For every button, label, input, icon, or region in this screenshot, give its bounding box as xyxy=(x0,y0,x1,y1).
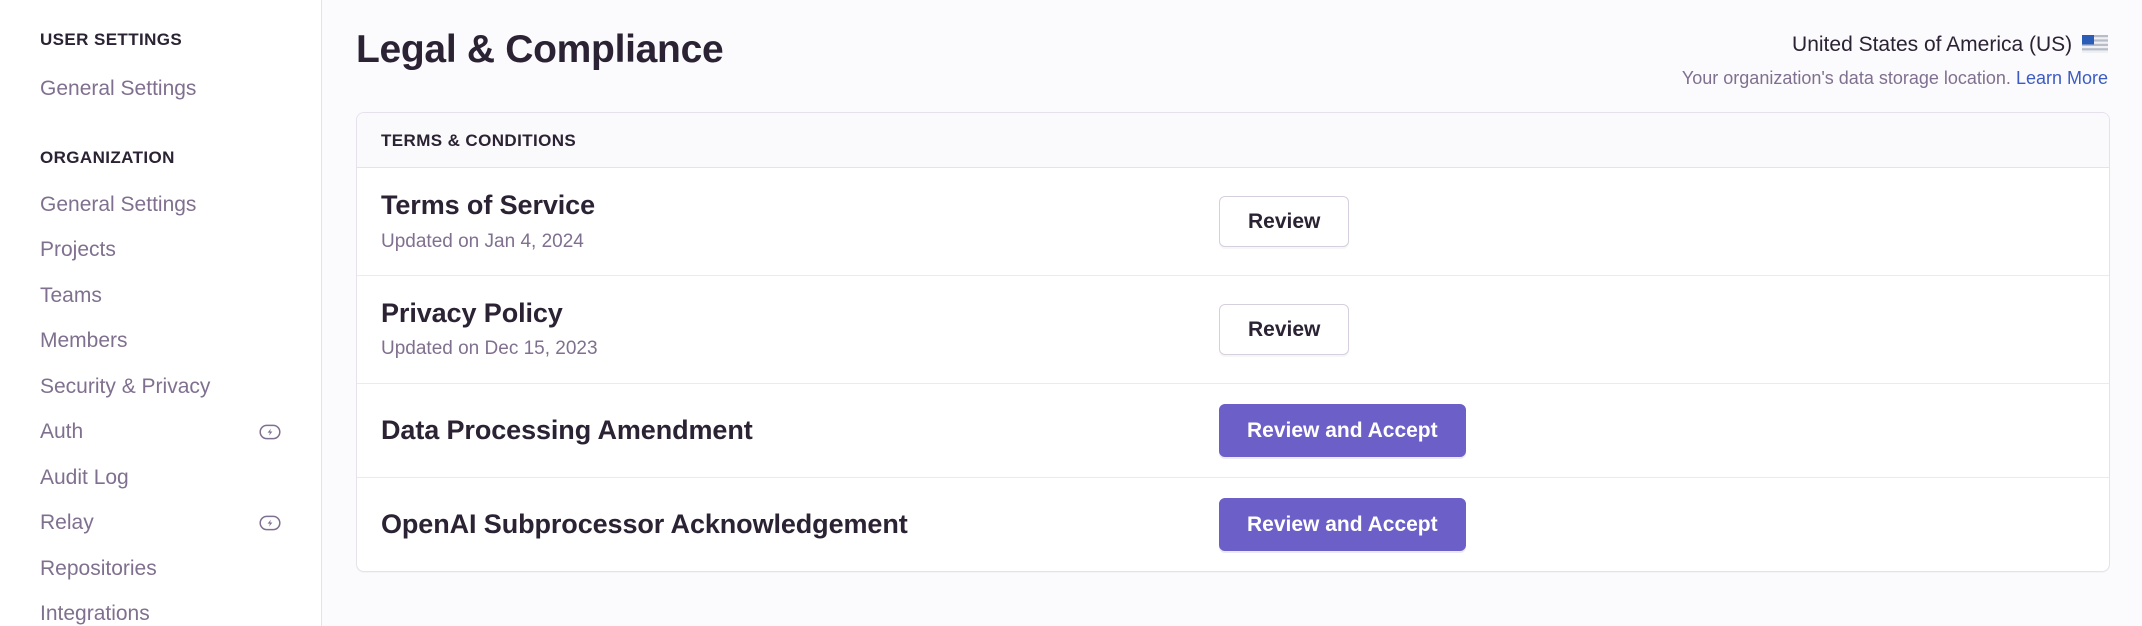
data-storage-note: Your organization's data storage locatio… xyxy=(1682,65,2108,92)
sidebar-item-repositories[interactable]: Repositories xyxy=(0,546,321,592)
sidebar-item-user-general-settings[interactable]: General Settings xyxy=(0,66,321,112)
nav-heading-organization: ORGANIZATION xyxy=(40,147,175,167)
bolt-badge-icon xyxy=(259,512,281,534)
sidebar-item-members[interactable]: Members xyxy=(0,318,321,364)
review-and-accept-subprocessor-button[interactable]: Review and Accept xyxy=(1219,497,1466,551)
nav-heading-user-settings: USER SETTINGS xyxy=(40,30,183,49)
row-action: Review and Accept xyxy=(1219,403,1466,457)
learn-more-link[interactable]: Learn More xyxy=(2016,68,2108,88)
flag-us-icon xyxy=(2082,32,2108,62)
sidebar-item-label: General Settings xyxy=(40,77,197,100)
data-storage-location-label: United States of America (US) xyxy=(1792,33,2073,56)
sidebar-item-general-settings[interactable]: General Settings xyxy=(0,182,321,228)
sidebar-item-label: General Settings xyxy=(40,192,197,216)
data-storage-info: United States of America (US) Your organ… xyxy=(1682,22,2108,92)
review-and-accept-dpa-button[interactable]: Review and Accept xyxy=(1219,403,1466,457)
table-row: Data Processing Amendment Review and Acc… xyxy=(357,384,2109,478)
sidebar-item-audit-log[interactable]: Audit Log xyxy=(0,455,321,501)
sidebar-item-label: Integrations xyxy=(40,602,150,625)
sidebar-item-label: Auth xyxy=(40,420,84,443)
sidebar-item-label: Audit Log xyxy=(40,465,129,489)
table-row: OpenAI Subprocessor Acknowledgement Revi… xyxy=(357,478,2109,571)
row-text: Data Processing Amendment xyxy=(381,413,1219,448)
row-action: Review xyxy=(1219,196,1350,248)
table-row: Privacy Policy Updated on Dec 15, 2023 R… xyxy=(357,276,2109,384)
row-action: Review and Accept xyxy=(1219,497,1466,551)
review-terms-of-service-button[interactable]: Review xyxy=(1219,196,1350,248)
sidebar-item-relay[interactable]: Relay xyxy=(0,500,321,546)
sidebar-item-label: Teams xyxy=(40,283,102,307)
page-header: Legal & Compliance United States of Amer… xyxy=(356,22,2110,92)
sidebar-item-label: Repositories xyxy=(40,556,157,580)
panel-header-terms-and-conditions: TERMS & CONDITIONS xyxy=(357,113,2109,169)
row-title: Data Processing Amendment xyxy=(381,414,753,445)
row-text: Privacy Policy Updated on Dec 15, 2023 xyxy=(381,296,1219,363)
sidebar-item-projects[interactable]: Projects xyxy=(0,227,321,273)
row-subtitle: Updated on Jan 4, 2024 xyxy=(381,230,584,252)
terms-and-conditions-panel: TERMS & CONDITIONS Terms of Service Upda… xyxy=(356,112,2110,572)
data-storage-location: United States of America (US) xyxy=(1682,30,2108,62)
nav-group-user-settings: USER SETTINGS General Settings xyxy=(0,30,321,112)
row-text: OpenAI Subprocessor Acknowledgement xyxy=(381,507,1219,542)
data-storage-note-text: Your organization's data storage locatio… xyxy=(1681,68,2011,89)
sidebar-item-auth[interactable]: Auth xyxy=(0,409,321,455)
sidebar-item-teams[interactable]: Teams xyxy=(0,273,321,319)
row-subtitle: Updated on Dec 15, 2023 xyxy=(381,338,598,360)
row-text: Terms of Service Updated on Jan 4, 2024 xyxy=(381,188,1219,255)
row-action: Review xyxy=(1219,303,1350,355)
main-content: Legal & Compliance United States of Amer… xyxy=(322,0,2142,626)
row-title: OpenAI Subprocessor Acknowledgement xyxy=(381,508,908,539)
row-title: Terms of Service xyxy=(381,190,596,221)
table-row: Terms of Service Updated on Jan 4, 2024 … xyxy=(357,168,2109,277)
page-title: Legal & Compliance xyxy=(356,28,724,71)
sidebar-item-label: Relay xyxy=(40,511,94,534)
settings-sidebar: USER SETTINGS General Settings ORGANIZAT… xyxy=(0,0,322,626)
sidebar-item-integrations[interactable]: Integrations xyxy=(0,591,321,626)
settings-page: USER SETTINGS General Settings ORGANIZAT… xyxy=(0,0,2142,626)
sidebar-item-label: Members xyxy=(40,329,128,352)
bolt-badge-icon xyxy=(259,421,281,443)
sidebar-item-label: Projects xyxy=(40,238,116,261)
review-privacy-policy-button[interactable]: Review xyxy=(1219,303,1350,355)
sidebar-item-label: Security & Privacy xyxy=(40,374,211,398)
nav-group-organization: ORGANIZATION General Settings Projects T… xyxy=(0,148,321,626)
row-title: Privacy Policy xyxy=(381,298,563,329)
sidebar-item-security-and-privacy[interactable]: Security & Privacy xyxy=(0,364,321,410)
